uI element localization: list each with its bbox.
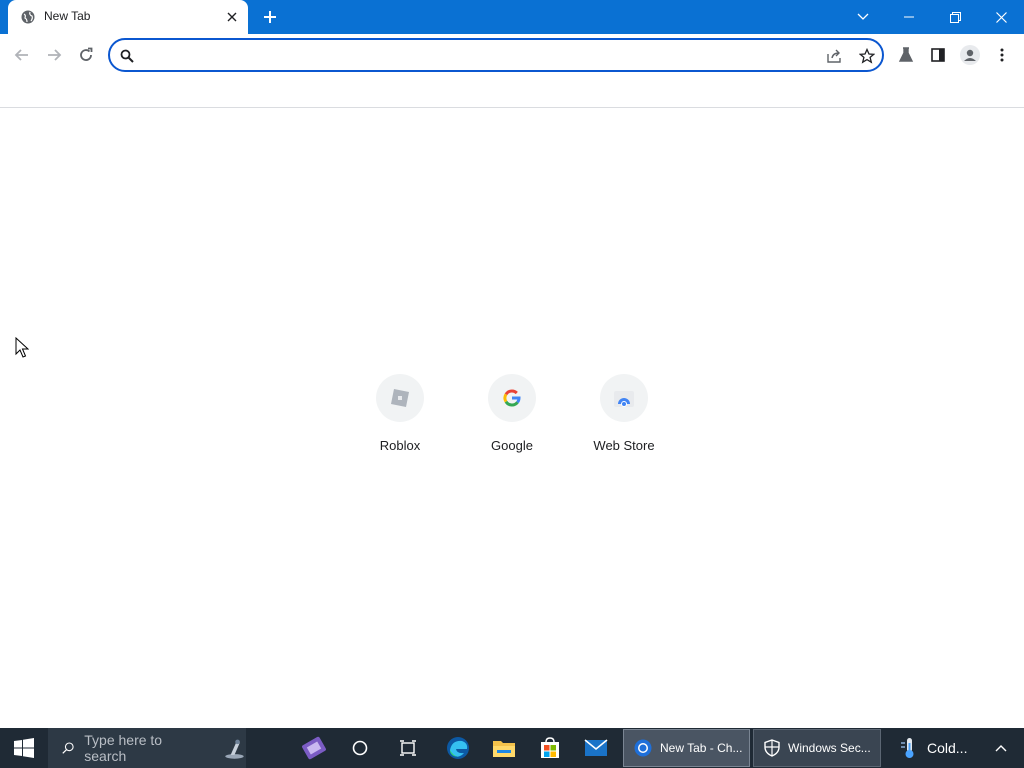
arrow-left-icon [14, 49, 28, 61]
shortcut-google[interactable]: Google [462, 374, 562, 464]
address-bar[interactable] [108, 38, 884, 72]
shortcut-tile [600, 374, 648, 422]
browser-toolbar [0, 34, 1024, 76]
reload-button[interactable] [72, 41, 100, 69]
minimize-icon [904, 16, 914, 18]
chrome-icon [634, 739, 652, 757]
task-view-button[interactable] [390, 728, 426, 768]
taskbar-window-windows-security[interactable]: Windows Sec... [753, 729, 881, 767]
forward-button[interactable] [40, 41, 68, 69]
new-tab-button[interactable] [258, 5, 282, 29]
google-icon [503, 389, 521, 407]
address-input[interactable] [142, 46, 812, 66]
chevron-up-icon [995, 745, 1007, 752]
taskbar-window-label: Cold... [927, 740, 968, 756]
roblox-icon [391, 389, 409, 407]
reload-icon [80, 47, 93, 61]
taskbar-search-box[interactable]: Type here to search [48, 728, 246, 768]
cortana-button[interactable] [342, 728, 378, 768]
avatar-icon [960, 45, 980, 65]
bookmark-star-icon[interactable] [858, 47, 876, 65]
taskbar-app-video-editor[interactable] [296, 728, 332, 768]
shortcut-web-store[interactable]: Web Store [574, 374, 674, 464]
restore-button[interactable] [932, 0, 978, 34]
share-icon[interactable] [826, 47, 844, 65]
close-icon [995, 11, 1007, 23]
mail-icon [584, 739, 608, 756]
minimize-button[interactable] [886, 0, 932, 34]
start-button[interactable] [0, 728, 48, 768]
tab-close-icon[interactable] [223, 8, 241, 26]
system-tray-expand-button[interactable] [986, 728, 1016, 768]
mouse-cursor-icon [15, 336, 30, 364]
taskbar-window-label: Windows Sec... [788, 741, 871, 755]
windows-taskbar: Type here to search New Tab - Ch... Wind… [0, 728, 1024, 768]
taskbar-app-store[interactable] [532, 728, 568, 768]
store-icon [541, 737, 559, 758]
shortcut-roblox[interactable]: Roblox [350, 374, 450, 464]
menu-button[interactable] [988, 41, 1016, 69]
search-icon [62, 742, 74, 754]
tab-title: New Tab [44, 9, 91, 23]
browser-titlebar: New Tab [0, 0, 1024, 34]
extensions-button[interactable] [892, 41, 920, 69]
side-panel-button[interactable] [924, 41, 952, 69]
shortcut-label: Google [491, 438, 533, 453]
shortcut-tile [376, 374, 424, 422]
taskbar-window-chrome[interactable]: New Tab - Ch... [623, 729, 750, 767]
profile-button[interactable] [956, 41, 984, 69]
video-editor-icon [302, 736, 326, 760]
new-tab-page: Roblox Google Web Store [0, 109, 1024, 728]
windows-logo-icon [14, 738, 34, 758]
globe-icon [21, 10, 35, 24]
taskbar-app-edge[interactable] [440, 728, 476, 768]
cortana-icon [352, 740, 368, 756]
search-highlight-icon [225, 739, 244, 759]
restore-icon [949, 11, 961, 23]
taskbar-window-label: New Tab - Ch... [660, 741, 743, 755]
side-panel-icon [931, 48, 945, 62]
edge-icon [447, 737, 469, 759]
taskbar-search-placeholder: Type here to search [84, 732, 163, 764]
arrow-right-icon [48, 49, 62, 61]
plus-icon [264, 11, 276, 23]
folder-icon [493, 741, 515, 757]
taskbar-app-mail[interactable] [578, 728, 614, 768]
search-icon [118, 47, 136, 65]
tab-new-tab[interactable]: New Tab [8, 0, 248, 34]
tab-search-button[interactable] [840, 0, 886, 34]
shortcut-label: Roblox [379, 438, 421, 453]
shortcut-label: Web Store [593, 438, 655, 453]
web-store-icon [614, 391, 634, 407]
shield-icon [764, 739, 780, 757]
chevron-down-icon [857, 13, 869, 20]
task-view-icon [400, 740, 416, 756]
flask-icon [898, 47, 914, 62]
bookmark-bar [0, 76, 1024, 108]
back-button[interactable] [8, 41, 36, 69]
shortcut-tile [488, 374, 536, 422]
close-window-button[interactable] [978, 0, 1024, 34]
taskbar-app-file-explorer[interactable] [486, 728, 522, 768]
taskbar-window-cold[interactable]: Cold... [893, 729, 973, 767]
kebab-menu-icon [1000, 48, 1004, 62]
thermometer-icon [901, 738, 914, 758]
